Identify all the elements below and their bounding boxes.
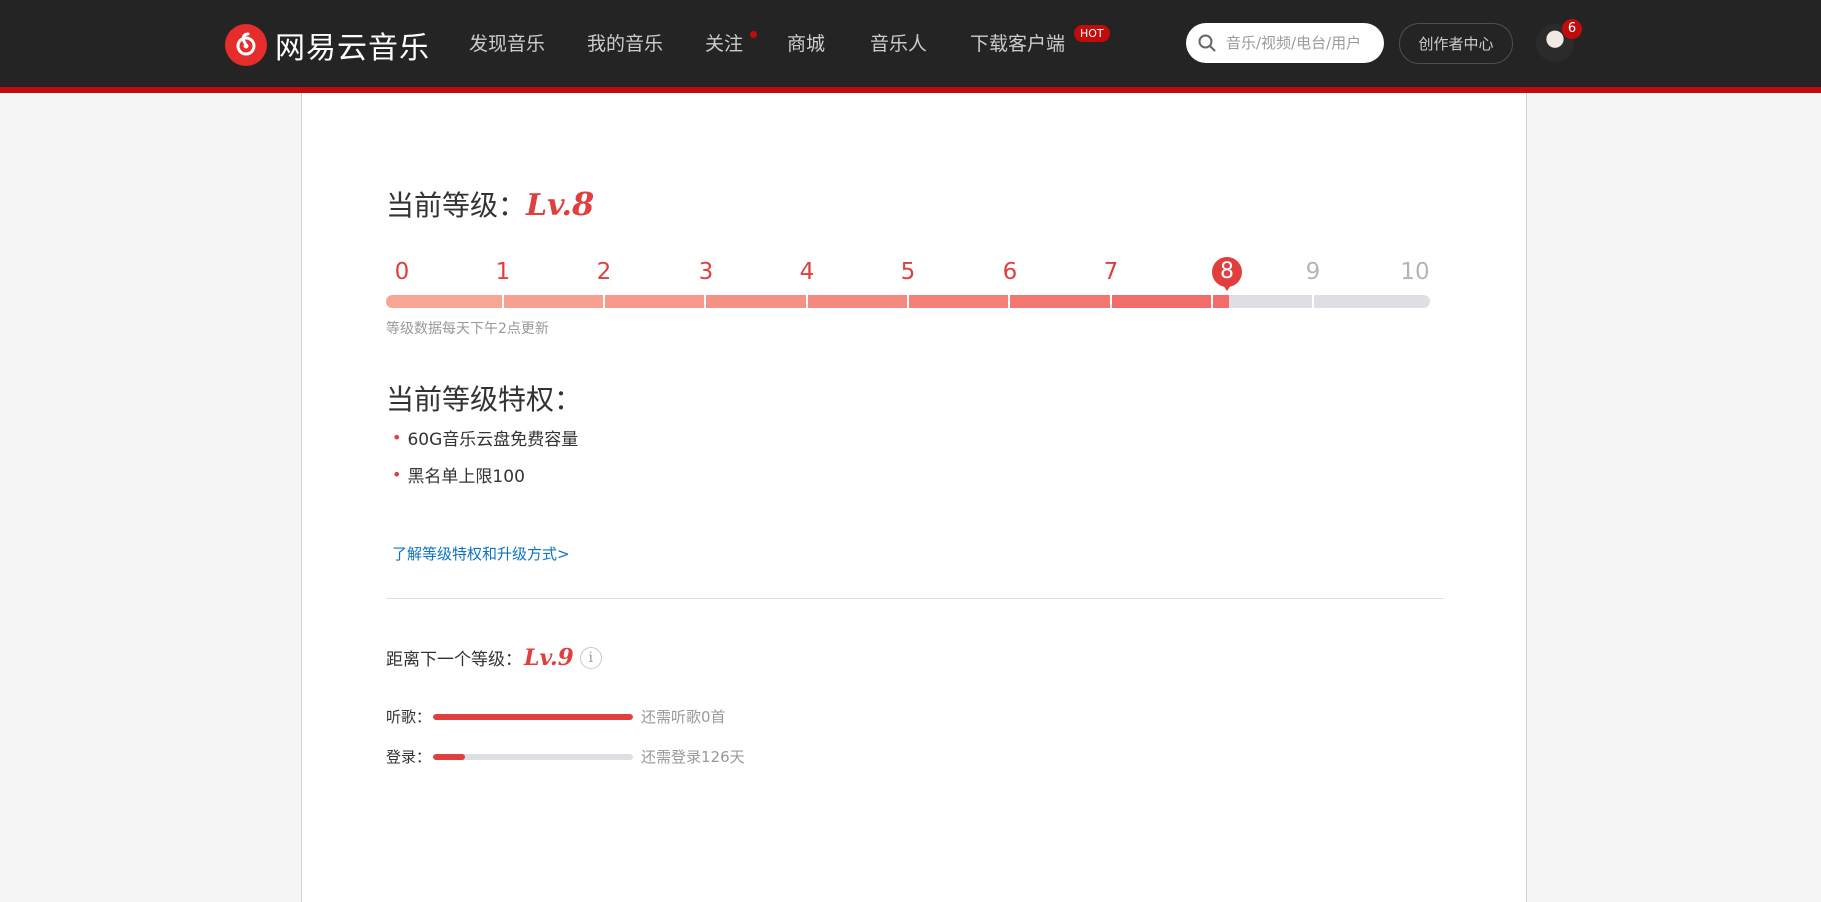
level-bar-divider bbox=[704, 295, 706, 308]
privileges-heading: 当前等级特权： bbox=[386, 383, 583, 416]
next-level-label: 距离下一个等级： bbox=[386, 650, 522, 670]
level-progress-bar bbox=[386, 295, 1430, 308]
level-bar-divider bbox=[1008, 295, 1010, 308]
requirement-login: 登录： 还需登录126天 bbox=[386, 746, 745, 767]
level-bar-divider bbox=[907, 295, 909, 308]
level-scale-8-current-marker: 8 bbox=[1212, 257, 1242, 291]
level-bar-segment bbox=[503, 295, 604, 308]
brand-name: 网易云音乐 bbox=[275, 31, 430, 66]
nav-my-music[interactable]: 我的音乐 bbox=[587, 29, 663, 56]
level-bar-segment bbox=[1009, 295, 1111, 308]
level-scale-3: 3 bbox=[698, 259, 714, 285]
info-icon[interactable]: i bbox=[579, 646, 602, 669]
notification-count-badge: 6 bbox=[1562, 19, 1582, 39]
current-level-heading: 当前等级： Lv.8 bbox=[386, 184, 594, 224]
current-level-label: 当前等级： bbox=[386, 189, 527, 222]
level-scale-10: 10 bbox=[1400, 259, 1430, 285]
requirement-progress-fill bbox=[433, 713, 634, 720]
level-scale-0: 0 bbox=[394, 259, 410, 285]
level-update-note: 等级数据每天下午2点更新 bbox=[386, 321, 549, 337]
nav-discover-music[interactable]: 发现音乐 bbox=[469, 29, 545, 56]
level-bar-segment bbox=[705, 295, 807, 308]
search-box[interactable] bbox=[1186, 23, 1384, 63]
level-scale-1: 1 bbox=[495, 259, 511, 285]
privilege-text: 黑名单上限100 bbox=[407, 467, 525, 487]
requirement-note: 还需登录126天 bbox=[641, 748, 745, 766]
lv-prefix: Lv. bbox=[526, 188, 572, 223]
next-level-badge: Lv.9 bbox=[524, 644, 574, 671]
level-scale-7: 7 bbox=[1103, 259, 1119, 285]
level-bar-divider bbox=[603, 295, 605, 308]
lv-prefix: Lv. bbox=[524, 645, 558, 671]
requirement-label: 登录： bbox=[386, 748, 432, 766]
search-input[interactable] bbox=[1224, 33, 1368, 53]
creator-center-button[interactable]: 创作者中心 bbox=[1399, 23, 1513, 64]
level-scale-4: 4 bbox=[799, 259, 815, 285]
level-bar-segment bbox=[386, 295, 503, 308]
level-bar-divider bbox=[1312, 295, 1314, 308]
current-level-badge: Lv.8 bbox=[526, 185, 594, 223]
nav-follow[interactable]: 关注 bbox=[705, 29, 743, 56]
current-level-number: 8 bbox=[571, 185, 595, 223]
privilege-text: 60G音乐云盘免费容量 bbox=[407, 430, 579, 450]
logo[interactable]: 网易云音乐 bbox=[225, 24, 430, 66]
requirement-progress-bar bbox=[433, 713, 634, 720]
privilege-item: • 黑名单上限100 bbox=[392, 462, 525, 487]
requirement-note: 还需听歌0首 bbox=[641, 708, 726, 726]
nav-musician[interactable]: 音乐人 bbox=[870, 29, 927, 56]
bullet-icon: • bbox=[392, 465, 402, 484]
search-icon bbox=[1198, 34, 1216, 52]
level-scale-6: 6 bbox=[1002, 259, 1018, 285]
level-bar-divider bbox=[1110, 295, 1112, 308]
level-scale-5: 5 bbox=[900, 259, 916, 285]
requirement-progress-fill bbox=[433, 753, 466, 760]
bullet-icon: • bbox=[392, 428, 402, 447]
next-level-number: 9 bbox=[557, 644, 574, 671]
privilege-item: • 60G音乐云盘免费容量 bbox=[392, 425, 578, 450]
level-bar-segment bbox=[604, 295, 705, 308]
level-bar-segment bbox=[908, 295, 1009, 308]
requirement-listen: 听歌： 还需听歌0首 bbox=[386, 706, 726, 727]
nav-store[interactable]: 商城 bbox=[787, 29, 825, 56]
next-level-heading: 距离下一个等级： Lv.9 i bbox=[386, 644, 602, 671]
section-divider bbox=[386, 598, 1444, 599]
level-bar-divider bbox=[806, 295, 808, 308]
requirement-progress-bar bbox=[433, 753, 634, 760]
level-bar-divider bbox=[502, 295, 504, 308]
follow-notification-dot bbox=[750, 31, 757, 38]
netease-music-logo-icon bbox=[225, 24, 267, 66]
requirement-label: 听歌： bbox=[386, 708, 432, 726]
level-scale-2: 2 bbox=[596, 259, 612, 285]
top-navigation-bar: 网易云音乐 发现音乐 我的音乐 关注 商城 音乐人 下载客户端 HOT 创作者中… bbox=[0, 0, 1821, 87]
learn-level-privileges-link[interactable]: 了解等级特权和升级方式> bbox=[392, 543, 570, 564]
level-bar-divider bbox=[1211, 295, 1213, 308]
level-scale-9: 9 bbox=[1305, 259, 1321, 285]
nav-download-client[interactable]: 下载客户端 bbox=[970, 29, 1065, 56]
level-bar-segment bbox=[807, 295, 908, 308]
hot-badge: HOT bbox=[1074, 25, 1110, 42]
